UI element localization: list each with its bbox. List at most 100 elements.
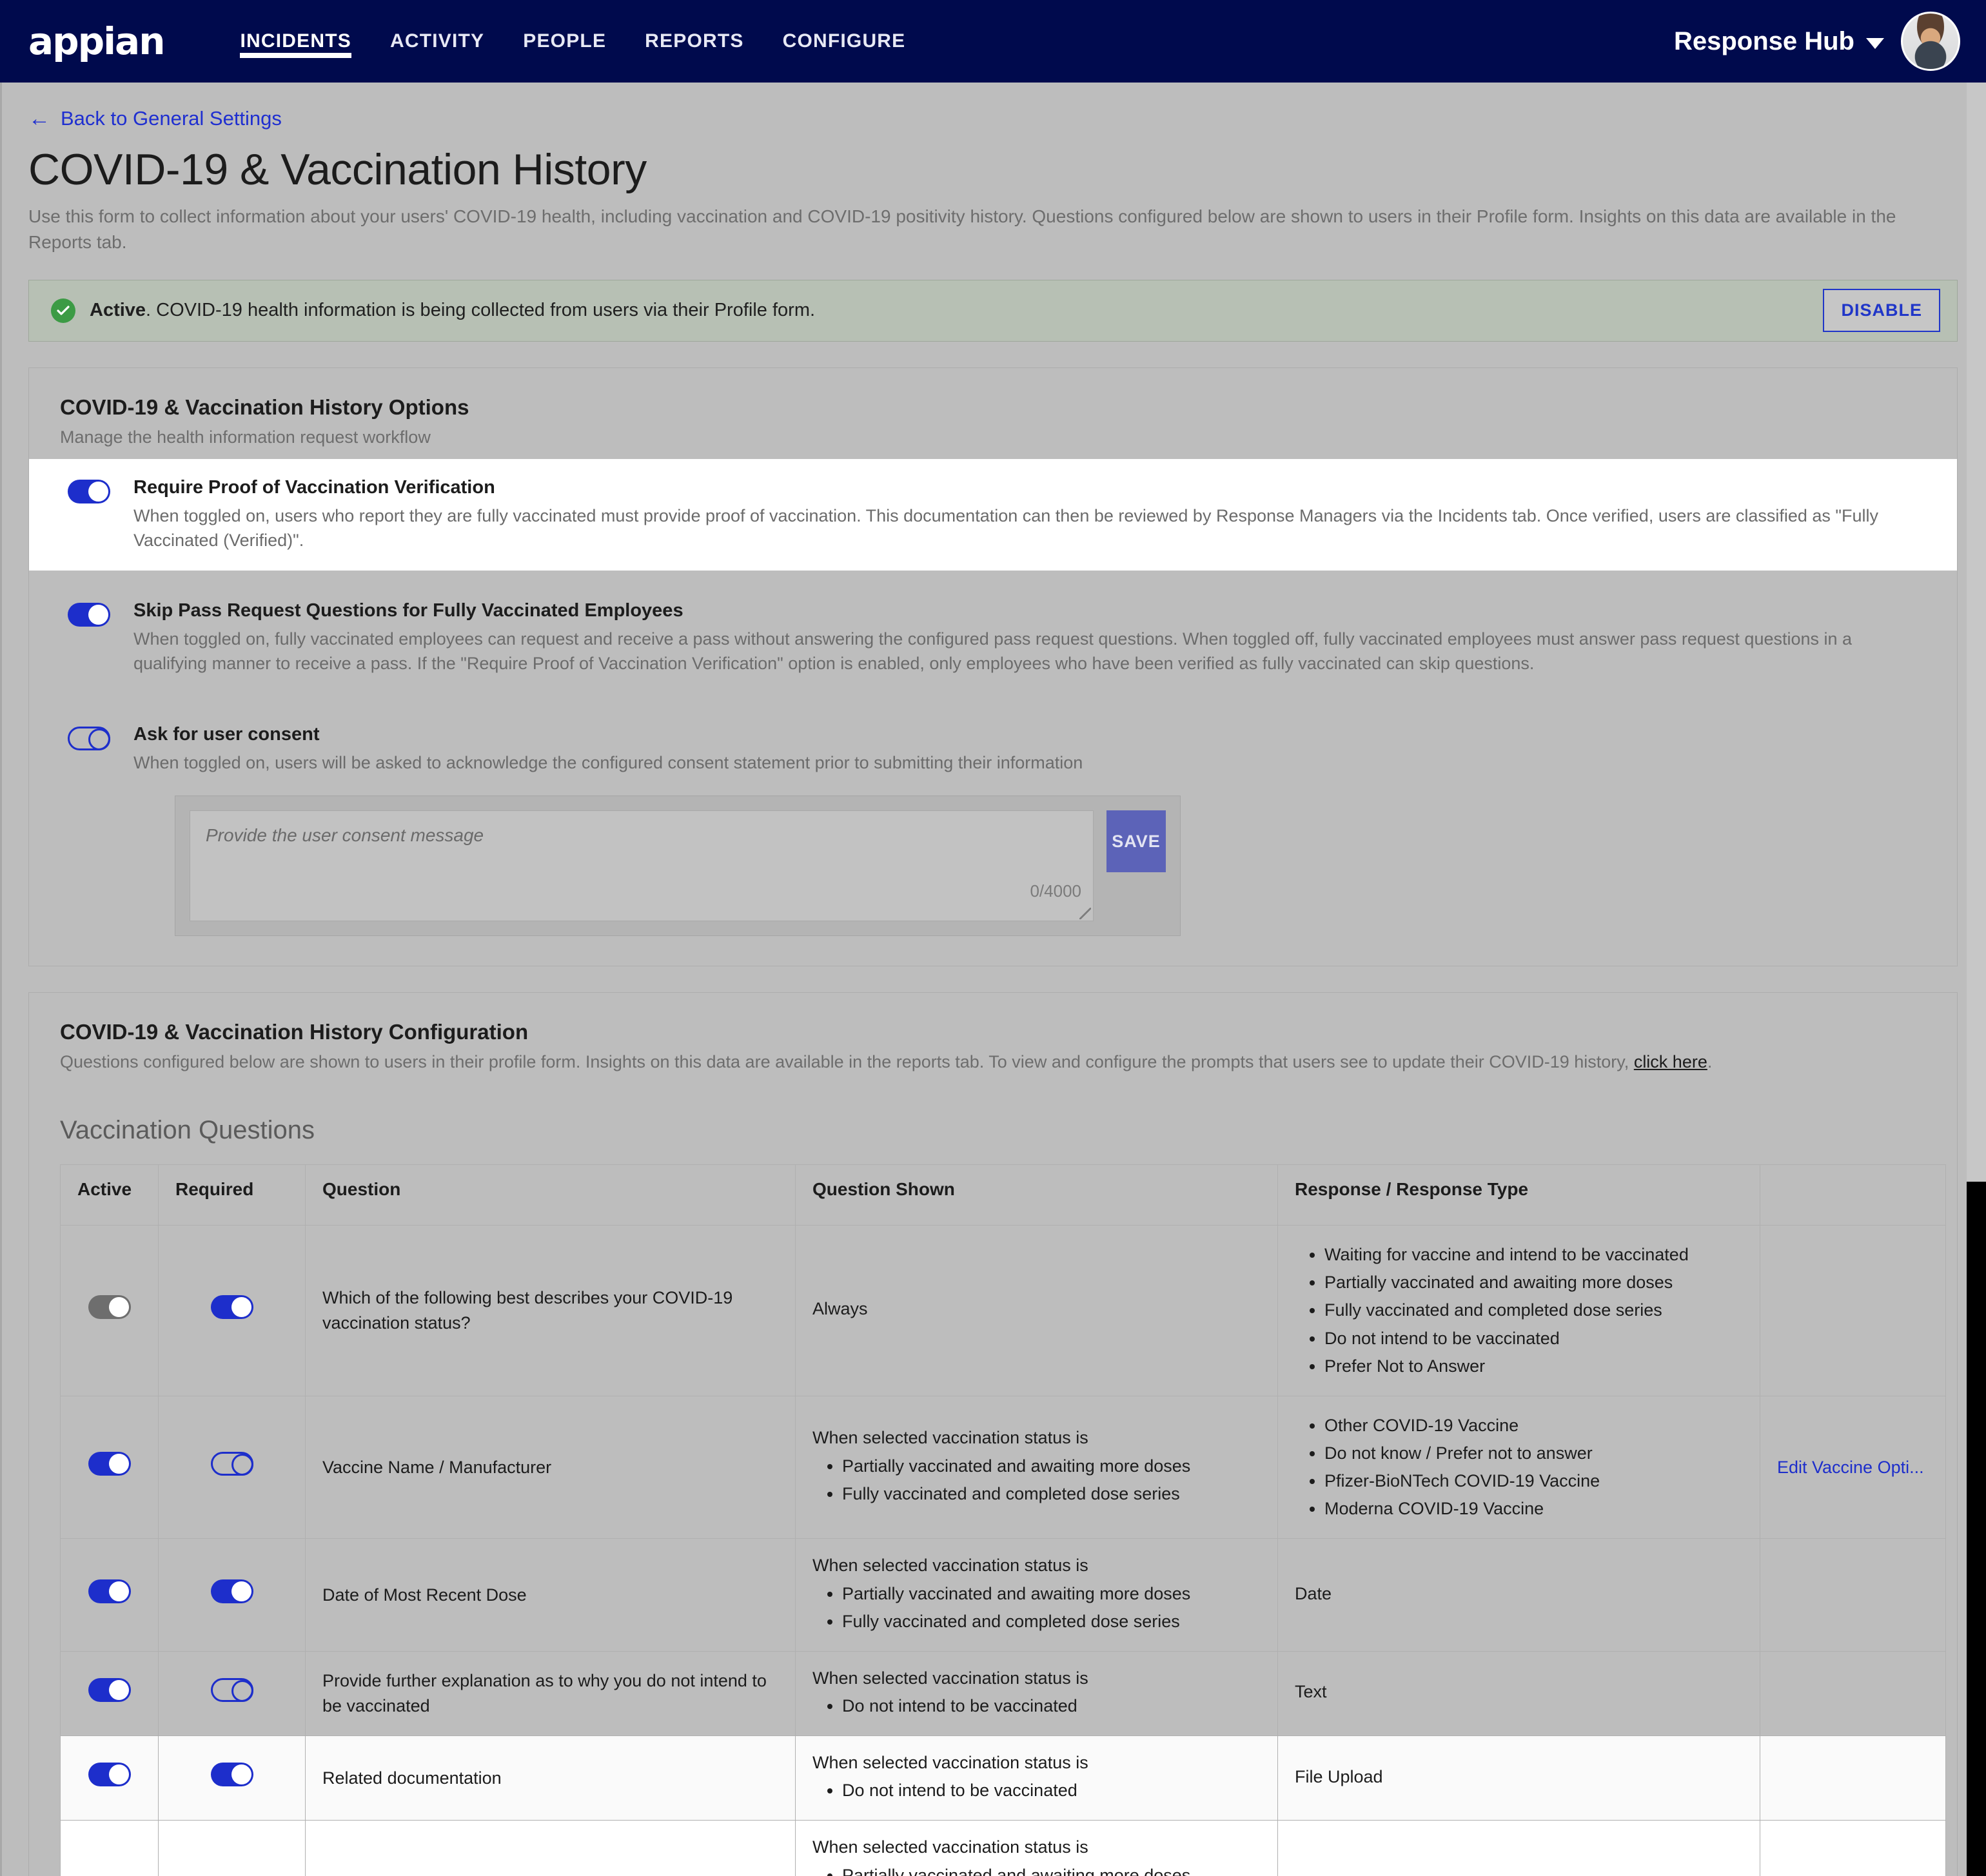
table-header-row: Active Required Question Question Shown … <box>60 1164 1946 1226</box>
toggle-knob <box>231 1581 251 1602</box>
toggle-knob <box>108 1454 129 1474</box>
toggle-required-row-4[interactable] <box>210 1677 253 1702</box>
toggle-require-proof-of-vaccination[interactable] <box>68 479 110 503</box>
column-header-question[interactable]: Question <box>305 1164 796 1226</box>
nav-item-reports[interactable]: REPORTS <box>625 0 763 83</box>
table-row[interactable]: Proof of VaccinationWhen selected vaccin… <box>60 1820 1946 1876</box>
column-header-response-type[interactable]: Response / Response Type <box>1277 1164 1760 1226</box>
option-row-skip-pass-request[interactable]: Skip Pass Request Questions for Fully Va… <box>29 582 1957 694</box>
cell-list: Other COVID-19 Vaccine Do not know / Pref… <box>1324 1413 1743 1522</box>
avatar[interactable] <box>1901 12 1960 71</box>
toggle-knob <box>108 1764 129 1785</box>
disable-button[interactable]: DISABLE <box>1823 289 1940 332</box>
cell-question-shown: When selected vaccination status is Do no… <box>795 1650 1278 1737</box>
toggle-required-row-3[interactable] <box>210 1579 253 1604</box>
cell-question-shown: When selected vaccination status is Parti… <box>795 1395 1278 1539</box>
cell-question: Date of Most Recent Dose <box>305 1538 796 1652</box>
question-shown-lead: When selected vaccination status is <box>812 1556 1088 1576</box>
cell-question-shown: When selected vaccination status is Do no… <box>795 1735 1278 1821</box>
cell-list: Partially vaccinated and awaiting more d… <box>842 1454 1261 1507</box>
list-item: Partially vaccinated and awaiting more d… <box>1324 1270 1743 1295</box>
consent-placeholder: Provide the user consent message <box>206 825 484 846</box>
toggle-active-row-2[interactable] <box>88 1452 131 1476</box>
cell-active <box>60 1820 159 1876</box>
list-item: Do not intend to be vaccinated <box>842 1694 1261 1719</box>
vertical-scrollbar-thumb[interactable] <box>1967 1182 1986 1876</box>
edit-vaccine-options-link[interactable]: Edit Vaccine Opti... <box>1777 1458 1924 1477</box>
toggle-active-row-1[interactable] <box>88 1295 131 1319</box>
table-row[interactable]: Vaccine Name / Manufacturer When selected… <box>60 1395 1946 1539</box>
cell-required <box>158 1538 306 1652</box>
option-body: Skip Pass Request Questions for Fully Va… <box>133 600 1926 676</box>
list-item: Partially vaccinated and awaiting more d… <box>842 1454 1261 1479</box>
list-item: Fully vaccinated and completed dose seri… <box>842 1609 1261 1634</box>
option-row-ask-for-user-consent[interactable]: Ask for user consent When toggled on, us… <box>29 706 1957 793</box>
column-header-required[interactable]: Required <box>158 1164 306 1226</box>
nav-item-incidents[interactable]: INCIDENTS <box>221 0 370 83</box>
table-row[interactable]: Date of Most Recent Dose When selected va… <box>60 1538 1946 1652</box>
vertical-scrollbar-track[interactable] <box>1967 83 1986 1876</box>
table-row[interactable]: Which of the following best describes yo… <box>60 1225 1946 1396</box>
toggle-active-row-4[interactable] <box>88 1677 131 1702</box>
toggle-knob <box>88 605 108 625</box>
toggle-active-row-5[interactable] <box>88 1763 131 1787</box>
consent-message-input[interactable]: Provide the user consent message 0/4000 <box>190 810 1094 922</box>
cell-active <box>60 1225 159 1396</box>
cell-response-type: Waiting for vaccine and intend to be vac… <box>1277 1225 1760 1396</box>
cell-question-shown: When selected vaccination status is Parti… <box>795 1820 1278 1876</box>
response-hub-label: Response Hub <box>1673 26 1854 55</box>
toggle-required-row-1[interactable] <box>210 1295 253 1319</box>
toggle-skip-pass-request-questions[interactable] <box>68 603 110 627</box>
toggle-knob <box>231 1764 251 1785</box>
option-body: Ask for user consent When toggled on, us… <box>133 724 1926 775</box>
response-lead: Date <box>1295 1583 1332 1603</box>
options-card-subtitle: Manage the health information request wo… <box>60 427 431 447</box>
chevron-down-icon <box>1866 37 1884 49</box>
back-to-general-settings-link[interactable]: ← Back to General Settings <box>28 107 282 130</box>
column-header-question-shown[interactable]: Question Shown <box>795 1164 1278 1226</box>
list-item: Do not intend to be vaccinated <box>1324 1326 1743 1351</box>
click-here-link[interactable]: click here <box>1634 1052 1707 1071</box>
toggle-knob <box>231 1454 253 1476</box>
nav-item-activity[interactable]: ACTIVITY <box>371 0 504 83</box>
cell-active <box>60 1650 159 1737</box>
resize-handle-icon[interactable] <box>1079 908 1091 920</box>
toggle-knob <box>108 1296 129 1317</box>
status-badge: Active <box>90 300 146 320</box>
table-header: Active Required Question Question Shown … <box>60 1164 1946 1226</box>
configuration-card-subtitle: Questions configured below are shown to … <box>60 1052 1930 1072</box>
configuration-card-title: COVID-19 & Vaccination History Configura… <box>60 1020 529 1044</box>
column-header-actions <box>1760 1164 1946 1226</box>
save-consent-button[interactable]: SAVE <box>1106 810 1166 873</box>
cell-action <box>1760 1538 1946 1652</box>
option-title: Require Proof of Vaccination Verificatio… <box>133 476 495 498</box>
list-item: Fully vaccinated and completed dose seri… <box>1324 1298 1743 1323</box>
nav-item-configure[interactable]: CONFIGURE <box>763 0 925 83</box>
appian-logo[interactable]: appian <box>28 23 165 60</box>
option-row-require-proof[interactable]: Require Proof of Vaccination Verificatio… <box>29 458 1957 571</box>
toggle-required-row-5[interactable] <box>210 1763 253 1787</box>
option-title: Skip Pass Request Questions for Fully Va… <box>133 600 683 621</box>
cell-response-type: Date <box>1277 1538 1760 1652</box>
list-item: Moderna COVID-19 Vaccine <box>1324 1496 1743 1521</box>
cell-question: Vaccine Name / Manufacturer <box>305 1395 796 1539</box>
cell-active <box>60 1395 159 1539</box>
option-description: When toggled on, fully vaccinated employ… <box>133 629 1853 674</box>
list-item: Prefer Not to Answer <box>1324 1354 1743 1379</box>
nav-item-people[interactable]: PEOPLE <box>504 0 625 83</box>
toggle-knob <box>231 1296 251 1317</box>
response-hub-menu[interactable]: Response Hub <box>1674 27 1884 56</box>
toggle-active-row-3[interactable] <box>88 1579 131 1604</box>
toggle-ask-for-user-consent[interactable] <box>68 726 110 750</box>
configuration-subtitle-suffix: . <box>1707 1052 1713 1072</box>
table-row[interactable]: Related documentation When selected vacci… <box>60 1735 1946 1821</box>
page-subtitle: Use this form to collect information abo… <box>28 206 1896 252</box>
column-header-active[interactable]: Active <box>60 1164 159 1226</box>
table-row[interactable]: Provide further explanation as to why yo… <box>60 1650 1946 1737</box>
toggle-required-row-2[interactable] <box>210 1452 253 1476</box>
options-card-title: COVID-19 & Vaccination History Options <box>60 395 469 419</box>
list-item: Partially vaccinated and awaiting more d… <box>842 1863 1261 1876</box>
list-item: Do not know / Prefer not to answer <box>1324 1441 1743 1466</box>
main-nav-items: INCIDENTS ACTIVITY PEOPLE REPORTS CONFIG… <box>221 0 925 83</box>
cell-question-shown: When selected vaccination status is Parti… <box>795 1538 1278 1652</box>
